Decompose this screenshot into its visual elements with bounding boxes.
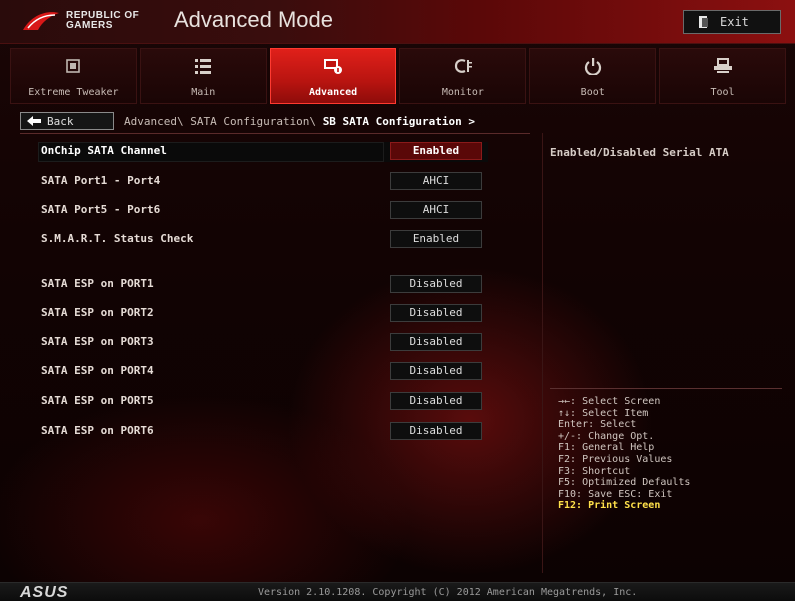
advanced-icon	[324, 59, 343, 74]
help-divider	[550, 388, 782, 389]
setting-onchip-sata-channel[interactable]: OnChip SATA Channel Enabled	[38, 142, 488, 162]
tab-extreme-tweaker[interactable]: Extreme Tweaker	[10, 48, 137, 104]
key-hint: F2: Previous Values	[558, 453, 673, 465]
setting-value[interactable]: Enabled	[390, 230, 482, 248]
setting-value[interactable]: AHCI	[390, 172, 482, 190]
rog-eye-icon	[23, 12, 59, 30]
page-title: Advanced Mode	[174, 7, 333, 32]
setting-smart-status-check[interactable]: S.M.A.R.T. Status Check Enabled	[38, 230, 488, 250]
setting-label: SATA Port5 - Port6	[41, 203, 161, 216]
tab-tool[interactable]: Tool	[659, 48, 786, 104]
key-hint: F3: Shortcut	[558, 465, 631, 477]
key-hint: F10: Save ESC: Exit	[558, 488, 673, 500]
setting-sata-esp-port3[interactable]: SATA ESP on PORT3 Disabled	[38, 333, 488, 353]
setting-value[interactable]: Disabled	[390, 392, 482, 410]
setting-value[interactable]: Disabled	[390, 333, 482, 351]
breadcrumb-parent: Advanced\ SATA Configuration\	[124, 115, 317, 128]
setting-value[interactable]: Enabled	[390, 142, 482, 160]
back-button[interactable]: Back	[20, 112, 114, 130]
setting-sata-esp-port6[interactable]: SATA ESP on PORT6 Disabled	[38, 422, 488, 442]
setting-sata-port1-port4[interactable]: SATA Port1 - Port4 AHCI	[38, 172, 488, 192]
rog-brand-text: REPUBLIC OF GAMERS	[66, 11, 139, 31]
key-hint: +/-: Change Opt.	[558, 430, 655, 442]
setting-value[interactable]: Disabled	[390, 275, 482, 293]
breadcrumb-current: SB SATA Configuration >	[322, 115, 476, 128]
panel-divider	[542, 133, 543, 573]
tab-boot[interactable]: Boot	[529, 48, 657, 104]
tab-label: Boot	[580, 87, 605, 98]
back-label: Back	[47, 114, 74, 128]
setting-sata-port5-port6[interactable]: SATA Port5 - Port6 AHCI	[38, 201, 488, 221]
key-hint-print-screen: F12: Print Screen	[558, 500, 661, 512]
setting-sata-esp-port1[interactable]: SATA ESP on PORT1 Disabled	[38, 275, 488, 295]
key-hint: ↑↓: Select Item	[558, 407, 649, 419]
setting-value[interactable]: Disabled	[390, 304, 482, 322]
footer: ASUS Version 2.10.1208. Copyright (C) 20…	[0, 582, 795, 601]
key-hint: F1: General Help	[558, 442, 655, 454]
setting-sata-esp-port5[interactable]: SATA ESP on PORT5 Disabled	[38, 392, 488, 412]
power-icon	[584, 58, 601, 75]
monitor-icon	[454, 59, 472, 73]
key-hint: Enter: Select	[558, 419, 637, 431]
setting-value[interactable]: AHCI	[390, 201, 482, 219]
setting-label: SATA ESP on PORT6	[41, 424, 154, 437]
tab-advanced[interactable]: Advanced	[269, 48, 397, 104]
exit-icon	[699, 16, 708, 28]
setting-label: S.M.A.R.T. Status Check	[41, 232, 194, 245]
setting-label: SATA ESP on PORT5	[41, 394, 154, 407]
exit-button[interactable]: Exit	[683, 10, 781, 34]
divider	[20, 133, 530, 134]
setting-value[interactable]: Disabled	[390, 422, 482, 440]
help-description: Enabled/Disabled Serial ATA	[550, 146, 729, 159]
breadcrumb-path: Advanced\ SATA Configuration\ SB SATA Co…	[124, 115, 475, 128]
tab-label: Main	[191, 87, 216, 98]
setting-label: SATA ESP on PORT3	[41, 335, 154, 348]
tweaker-icon	[66, 59, 81, 73]
setting-label: SATA ESP on PORT2	[41, 306, 154, 319]
list-icon	[195, 59, 212, 74]
breadcrumb: Back Advanced\ SATA Configuration\ SB SA…	[10, 112, 538, 132]
exit-label: Exit	[720, 15, 749, 29]
tab-label: Tool	[710, 87, 735, 98]
rog-logo: REPUBLIC OF GAMERS	[22, 8, 152, 36]
main-tabs: Extreme Tweaker Main Advanced Monitor Bo…	[10, 48, 786, 106]
setting-label: SATA ESP on PORT4	[41, 364, 154, 377]
tab-monitor[interactable]: Monitor	[399, 48, 527, 104]
key-hint: F5: Optimized Defaults	[558, 477, 691, 489]
key-hint: →←: Select Screen	[558, 396, 661, 407]
tool-icon	[713, 58, 732, 73]
key-legend: →←: Select Screen ↑↓: Select Item Enter:…	[558, 396, 788, 512]
tab-main[interactable]: Main	[139, 48, 267, 104]
version-text: Version 2.10.1208. Copyright (C) 2012 Am…	[258, 587, 638, 598]
setting-sata-esp-port2[interactable]: SATA ESP on PORT2 Disabled	[38, 304, 488, 324]
tab-label: Extreme Tweaker	[28, 87, 119, 98]
setting-label: OnChip SATA Channel	[41, 144, 167, 157]
setting-label: SATA Port1 - Port4	[41, 174, 161, 187]
setting-label: SATA ESP on PORT1	[41, 277, 154, 290]
back-arrow-icon	[27, 116, 41, 126]
asus-logo: ASUS	[20, 584, 69, 601]
setting-value[interactable]: Disabled	[390, 362, 482, 380]
setting-sata-esp-port4[interactable]: SATA ESP on PORT4 Disabled	[38, 362, 488, 382]
brand-line-2: GAMERS	[66, 20, 113, 31]
tab-label: Monitor	[441, 87, 484, 98]
tab-label: Advanced	[308, 87, 358, 98]
title-bar: REPUBLIC OF GAMERS Advanced Mode Exit	[0, 0, 795, 44]
